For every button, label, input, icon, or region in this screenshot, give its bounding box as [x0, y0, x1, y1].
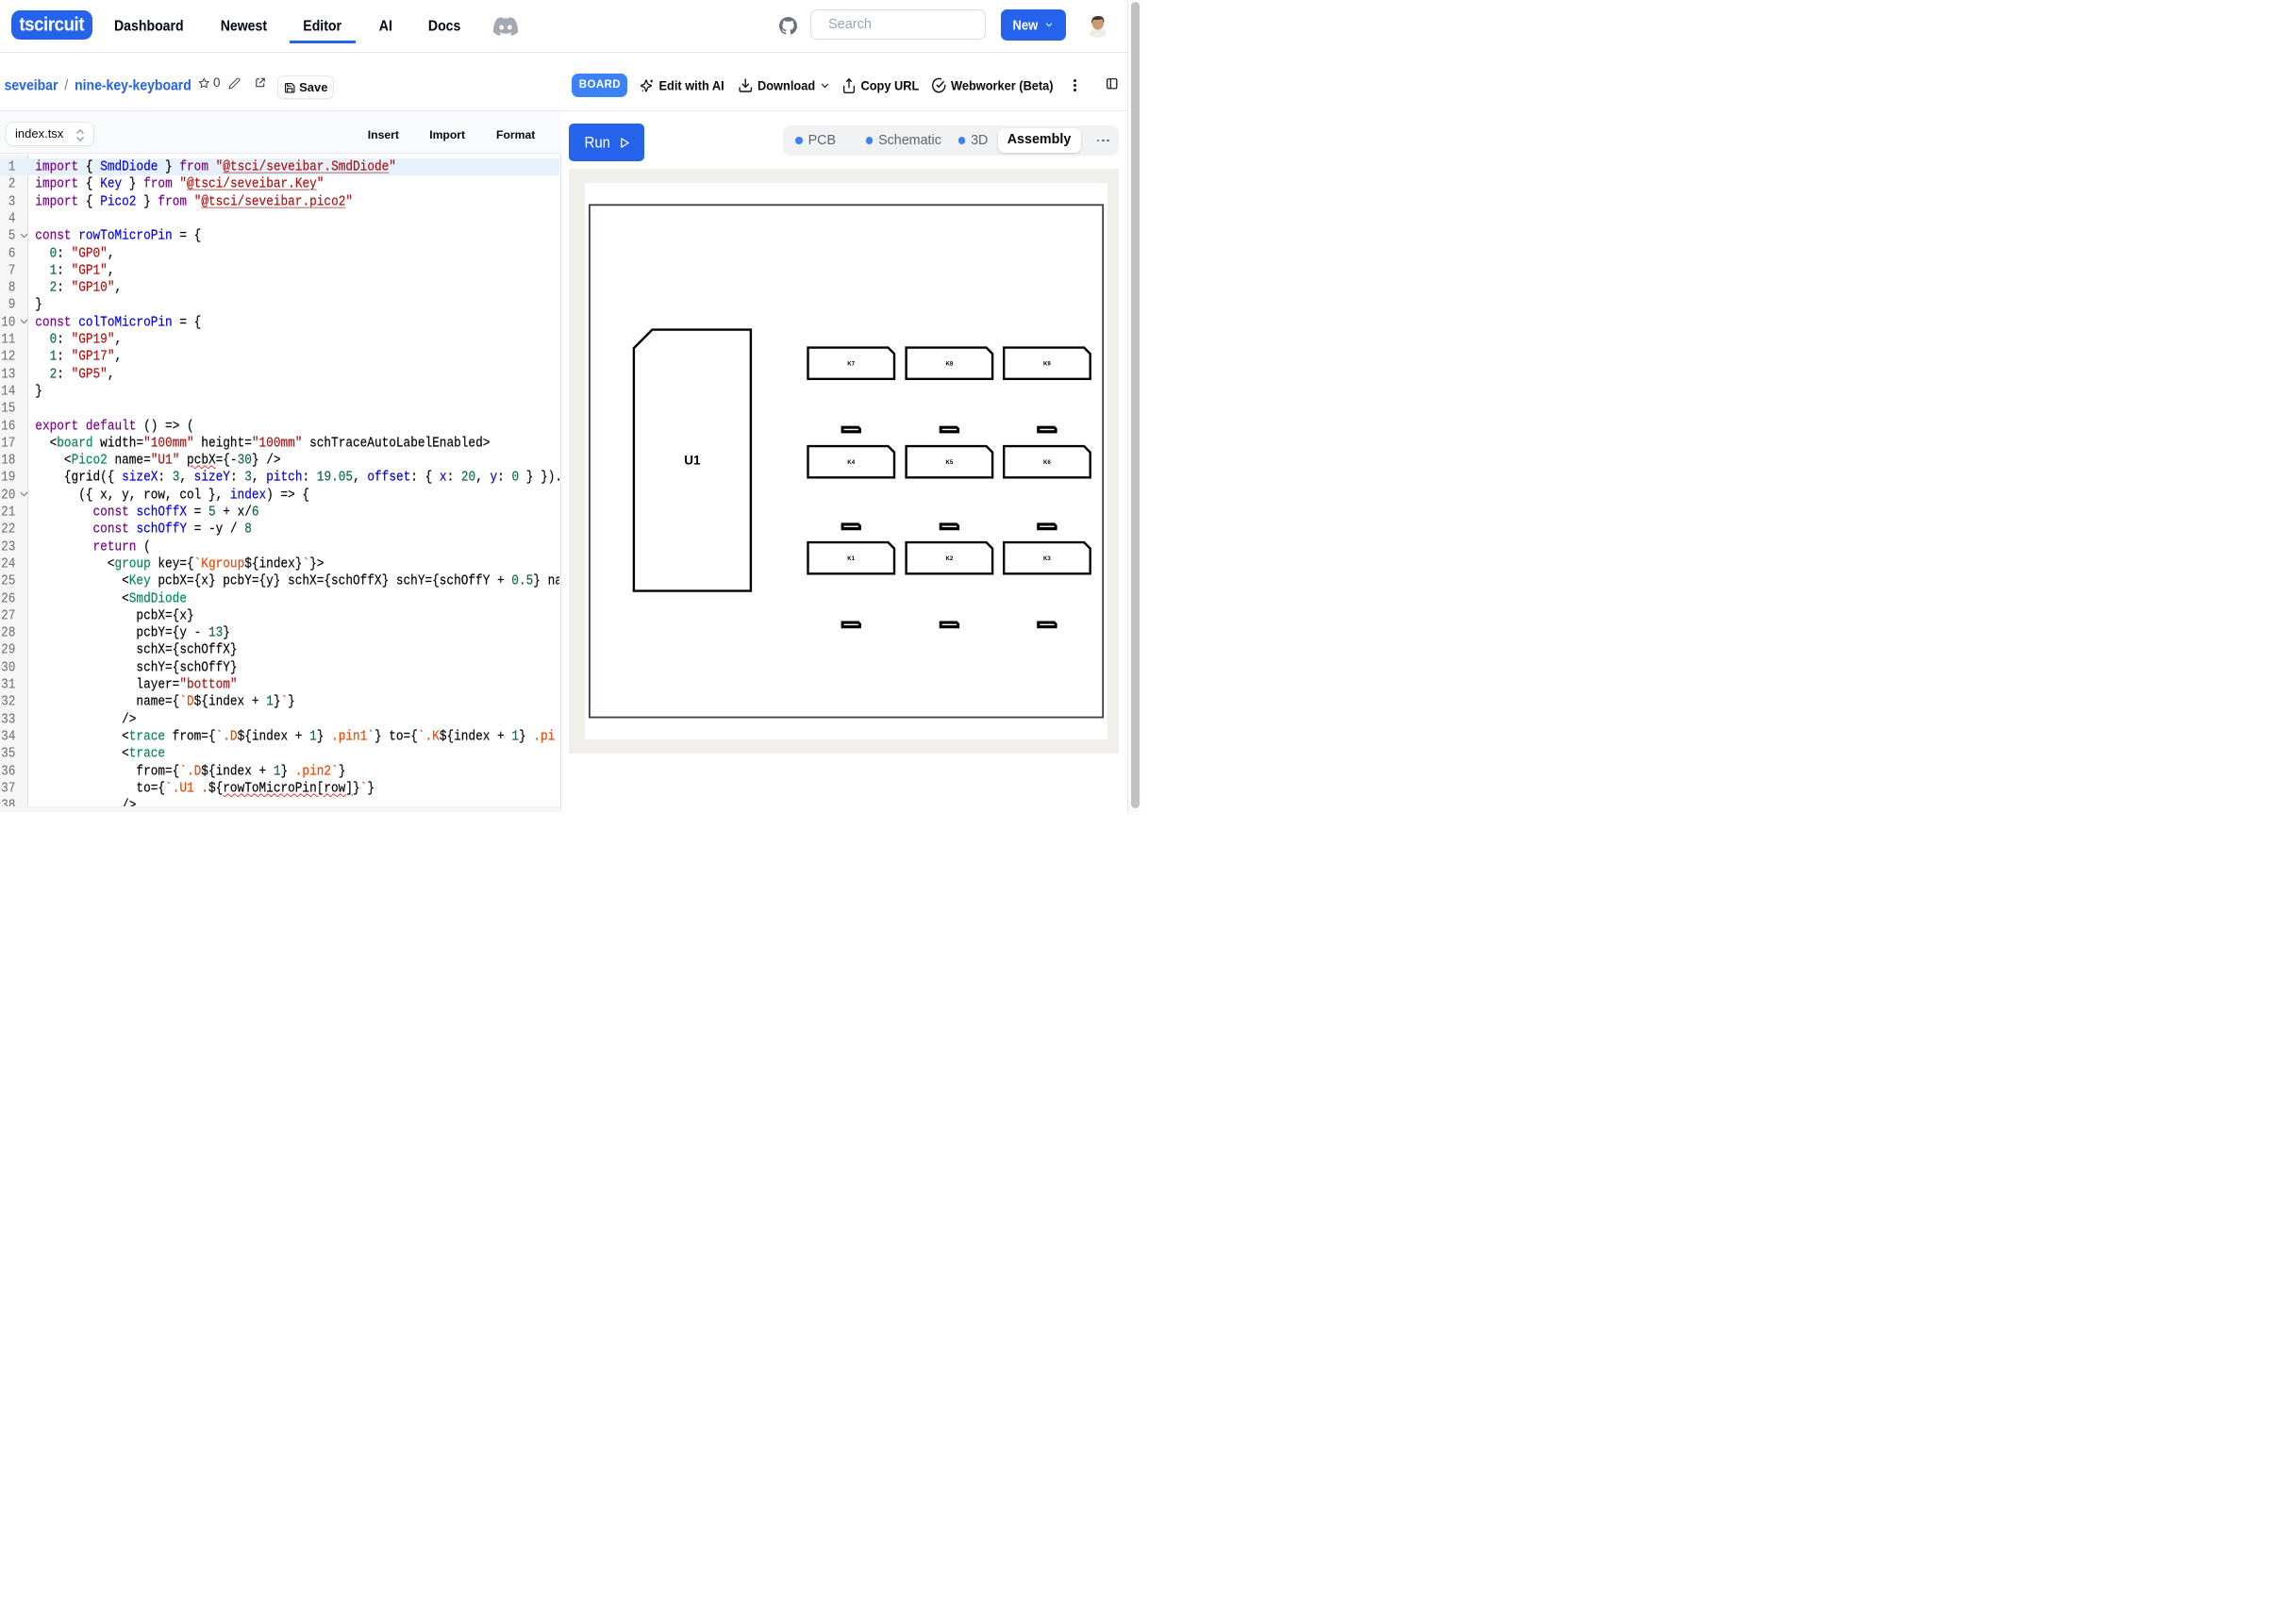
svg-text:K7: K7	[847, 360, 855, 367]
svg-text:U1: U1	[684, 453, 701, 467]
svg-text:K6: K6	[1043, 459, 1051, 466]
svg-text:K5: K5	[945, 459, 953, 466]
svg-text:K1: K1	[847, 555, 855, 562]
svg-text:K8: K8	[945, 360, 953, 367]
svg-text:K3: K3	[1043, 555, 1051, 562]
svg-text:K4: K4	[847, 459, 855, 466]
svg-text:K2: K2	[945, 555, 953, 562]
svg-text:K9: K9	[1043, 360, 1051, 367]
